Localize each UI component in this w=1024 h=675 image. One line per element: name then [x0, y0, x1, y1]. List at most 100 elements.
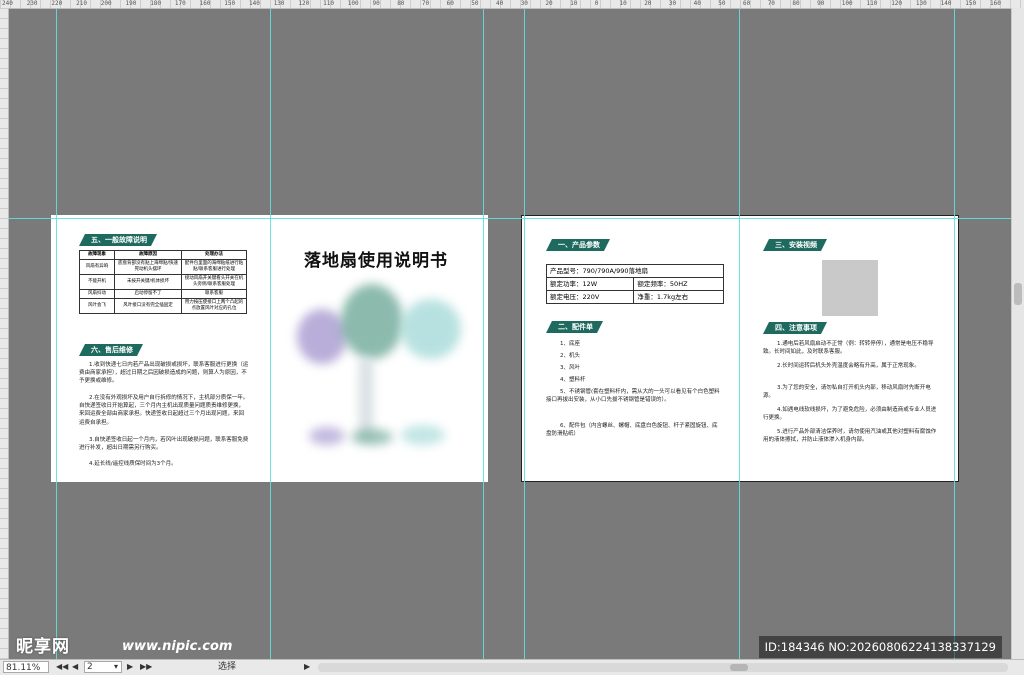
- param-freq: 额定频率：50HZ: [633, 277, 724, 291]
- ruler-label: 240: [2, 0, 13, 7]
- horizontal-scrollbar[interactable]: [318, 663, 1008, 672]
- ruler-label: 90: [372, 0, 380, 7]
- product-image-blurred: [289, 279, 481, 459]
- ruler-label: 40: [693, 0, 701, 7]
- vertical-ruler[interactable]: [0, 8, 9, 660]
- fan-blob: [401, 299, 461, 359]
- note-item: 5.进行产品外部清洁保养时，请勿使用汽油或其他对塑料有腐蚀作用的液体擦拭，并防止…: [763, 429, 937, 444]
- first-page-button[interactable]: ◀◀: [56, 661, 68, 673]
- fan-blob: [359, 359, 373, 439]
- ruler-label: 220: [51, 0, 63, 7]
- part-item: 1、底座: [560, 341, 580, 347]
- param-voltage: 额定电压：220V: [545, 290, 635, 304]
- fan-blob: [297, 309, 347, 364]
- guide-line[interactable]: [739, 9, 740, 660]
- guide-line[interactable]: [524, 9, 525, 660]
- ruler-label: 10: [570, 0, 578, 7]
- tool-status: 选择: [218, 662, 237, 672]
- section4-title: 四、注意事项: [763, 322, 827, 334]
- guide-line[interactable]: [954, 9, 955, 660]
- guide-line[interactable]: [483, 9, 484, 660]
- param-model: 产品型号：790/790A/990落地扇: [546, 264, 724, 278]
- last-page-button[interactable]: ▶▶: [140, 661, 152, 673]
- ruler-label: 130: [273, 0, 285, 7]
- table-cell: 接动风扇开关键看头开关在机头旁侧/联系客服处理: [181, 274, 247, 290]
- table-row: 风扇有异响 底盘背部没有贴上海绵贴/快速晃动机头摆环 配件包里面的海绵贴纸进行粘…: [79, 259, 247, 275]
- guide-line[interactable]: [9, 218, 1012, 219]
- table-cell: 风扇抖动: [79, 289, 115, 299]
- table-row: 不能开机 未按开关键/机体损坏 接动风扇开关键看头开关在机头旁侧/联系客服处理: [79, 274, 247, 290]
- ruler-label: 160: [199, 0, 211, 7]
- table-row: 风叶会飞 风叶接口没有完全插固定 用力按压使接口上两个凸起的点放置风叶对应的孔位: [79, 298, 247, 314]
- status-menu-arrow-icon[interactable]: ▶: [304, 661, 310, 673]
- scrollbar-thumb[interactable]: [730, 664, 748, 671]
- note-item: 4.如遇电线软线损坏，为了避免危险，必须由制造商或专业人员进行更换。: [763, 407, 937, 422]
- part-item: 6、配件包（内含螺丝、螺帽、底盘白色旋钮、杆子紧固旋钮、底盘防滑贴纸）: [546, 423, 718, 438]
- ruler-label: 150: [224, 0, 236, 7]
- section1-title: 一、产品参数: [546, 239, 610, 251]
- section5-title: 五、一般故障说明: [79, 234, 157, 246]
- ruler-label: 50: [471, 0, 479, 7]
- status-bar: 81.11% ◀◀ ◀ 2 ▾ ▶ ▶▶ 选择 ▶: [0, 659, 1024, 675]
- ruler-label: 70: [767, 0, 775, 7]
- fault-table: 故障现象 故障原因 处理办法 风扇有异响 底盘背部没有贴上海绵贴/快速晃动机头摆…: [79, 250, 247, 314]
- part-item: 5、不锈钢管(套在塑料杆内，需从大的一头可以看见有个白色塑料接口再拔出安装，从小…: [546, 389, 720, 404]
- scrollbar-thumb[interactable]: [1014, 283, 1022, 305]
- table-row: 风扇抖动 启动停留不了 联系客服: [79, 289, 247, 299]
- ruler-label: 150: [965, 0, 977, 7]
- ruler-label: 100: [841, 0, 853, 7]
- prev-page-button[interactable]: ◀: [72, 661, 78, 673]
- ruler-label: 140: [940, 0, 952, 7]
- param-weight: 净重：1.7kg左右: [633, 290, 724, 304]
- table-cell: 用力按压使接口上两个凸起的点放置风叶对应的孔位: [181, 298, 247, 314]
- watermark-logo: 昵享网: [16, 637, 70, 657]
- guide-line[interactable]: [56, 9, 57, 660]
- param-power: 额定功率：12W: [545, 277, 635, 291]
- note-item: 1.通电后若风扇启动不正常（例：转转停停），通常是电压不稳导致。长时间如此，及时…: [763, 341, 934, 356]
- sec6-paragraph: 3.自快递签收日起一个月内，若风叶出现破损问题，联系客服免费进行补发，超出日期需…: [79, 437, 249, 452]
- fan-blob: [351, 429, 393, 445]
- horizontal-ruler[interactable]: 240 230 220 210 200 190 180 170 160 150 140 130 120 1…: [0, 0, 1024, 9]
- document-canvas[interactable]: 五、一般故障说明 故障现象 故障原因 处理办法 风扇有异响 底盘背部没有贴上海绵…: [9, 9, 1012, 660]
- ruler-label: 90: [817, 0, 825, 7]
- cover-title: 落地扇使用说明书: [304, 251, 448, 271]
- vertical-scrollbar[interactable]: [1011, 8, 1024, 660]
- page-dropdown-chevron-icon[interactable]: ▾: [114, 661, 118, 673]
- table-cell: 风叶接口没有完全插固定: [114, 298, 182, 314]
- right-page[interactable]: 一、产品参数 产品型号：790/790A/990落地扇 额定功率：12W 额定频率…: [521, 215, 959, 482]
- zoom-field[interactable]: 81.11%: [3, 661, 49, 673]
- ruler-label: 50: [718, 0, 726, 7]
- video-placeholder[interactable]: [822, 260, 878, 316]
- ruler-label: 200: [100, 0, 112, 7]
- ruler-label: 190: [125, 0, 137, 7]
- sec6-paragraph: 4.延长线/遥控线质保时间为3个月。: [89, 461, 177, 467]
- note-item: 3.为了您的安全，请勿私自打开机头内部，移动风扇时先断开电源。: [763, 385, 931, 400]
- section3-title: 三、安装视频: [763, 239, 827, 251]
- table-cell: 不能开机: [79, 274, 115, 290]
- next-page-button[interactable]: ▶: [127, 661, 133, 673]
- table-header: 故障现象: [79, 250, 115, 260]
- ruler-label: 80: [397, 0, 405, 7]
- guide-line[interactable]: [270, 9, 271, 660]
- ruler-label: 60: [743, 0, 751, 7]
- section2-title: 二、配件单: [546, 321, 603, 333]
- ruler-ticks: [0, 8, 8, 660]
- table-cell: 底盘背部没有贴上海绵贴/快速晃动机头摆环: [114, 259, 182, 275]
- sec6-paragraph: 1.收到快递七日内若产品出现破损或损坏，联系客服进行更换（运费由商家承担），超过…: [79, 362, 249, 385]
- ruler-label: 160: [990, 0, 1001, 7]
- ruler-label: 30: [520, 0, 528, 7]
- params-table: 产品型号：790/790A/990落地扇 额定功率：12W 额定频率：50HZ 额…: [545, 264, 724, 304]
- ruler-label: 170: [174, 0, 186, 7]
- table-header: 处理办法: [181, 250, 247, 260]
- ruler-label: 180: [150, 0, 162, 7]
- ruler-label: 110: [866, 0, 878, 7]
- table-header: 故障原因: [114, 250, 182, 260]
- part-item: 4、塑料杆: [560, 377, 586, 383]
- ruler-label: 120: [298, 0, 310, 7]
- fan-blob: [401, 425, 445, 445]
- table-cell: 联系客服: [181, 289, 247, 299]
- table-cell: 启动停留不了: [114, 289, 182, 299]
- ruler-label: 20: [545, 0, 553, 7]
- note-item: 2.长时间运转后机头外壳温度会略有升高，属于正常现象。: [777, 363, 920, 369]
- ruler-label: 20: [644, 0, 652, 7]
